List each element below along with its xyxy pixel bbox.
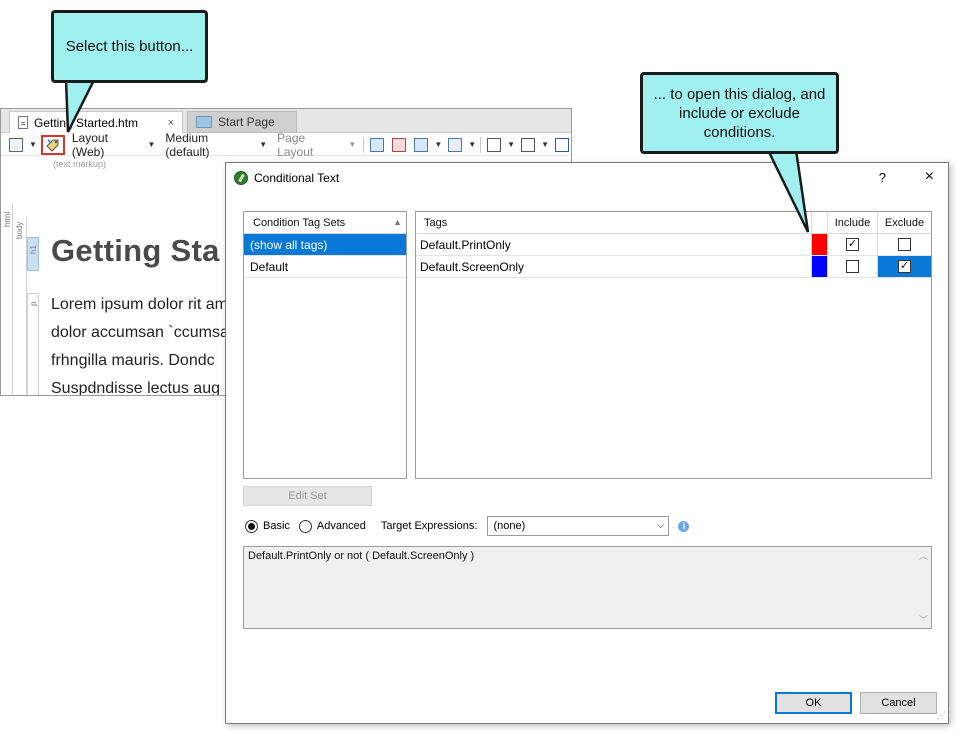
callout-select-button: Select this button...	[51, 10, 208, 83]
callout-open-dialog: ... to open this dialog, and include or …	[640, 72, 839, 154]
